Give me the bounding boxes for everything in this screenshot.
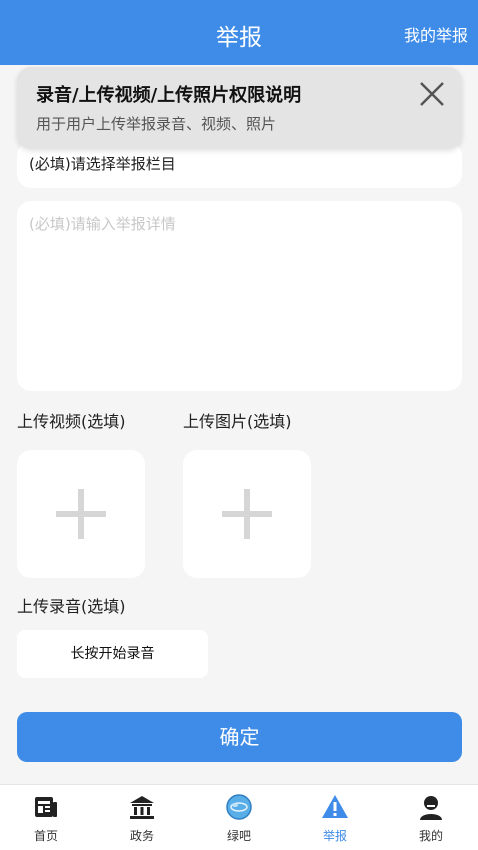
record-button[interactable]: 长按开始录音 — [17, 630, 208, 678]
upload-video-button[interactable] — [17, 450, 145, 578]
tab-green-bar[interactable]: 绿吧 — [191, 785, 287, 850]
tab-government[interactable]: 政务 — [94, 785, 190, 850]
header-bar: 举报 我的举报 — [0, 0, 478, 65]
globe-icon — [226, 794, 252, 820]
upload-image-label: 上传图片(选填) — [183, 412, 292, 431]
tab-profile[interactable]: 我的 — [383, 785, 478, 850]
news-icon — [35, 797, 57, 817]
tab-label: 举报 — [322, 829, 347, 843]
permission-popup: 录音/上传视频/上传照片权限说明 用于用户上传举报录音、视频、照片 — [17, 67, 462, 149]
popup-title: 录音/上传视频/上传照片权限说明 — [36, 85, 302, 106]
tab-label: 政务 — [129, 829, 154, 843]
tab-label: 绿吧 — [226, 829, 251, 843]
details-placeholder: (必填)请输入举报详情 — [29, 215, 176, 233]
category-select-text: (必填)请选择举报栏目 — [29, 155, 176, 173]
my-reports-link[interactable]: 我的举报 — [404, 22, 468, 46]
warning-icon — [322, 795, 348, 818]
user-icon — [420, 796, 442, 820]
bottom-tab-bar: 首页 政务 绿吧 举报 我的 — [0, 784, 478, 850]
tab-home[interactable]: 首页 — [0, 785, 94, 850]
tab-label: 我的 — [418, 829, 443, 843]
popup-description: 用于用户上传举报录音、视频、照片 — [36, 115, 277, 133]
upload-video-label: 上传视频(选填) — [17, 412, 126, 431]
close-icon[interactable] — [418, 80, 446, 108]
tab-label: 首页 — [33, 829, 58, 843]
government-building-icon — [130, 796, 154, 819]
tab-report[interactable]: 举报 — [287, 785, 383, 850]
upload-audio-label: 上传录音(选填) — [17, 597, 126, 616]
confirm-button[interactable]: 确定 — [17, 712, 462, 762]
upload-image-button[interactable] — [183, 450, 311, 578]
